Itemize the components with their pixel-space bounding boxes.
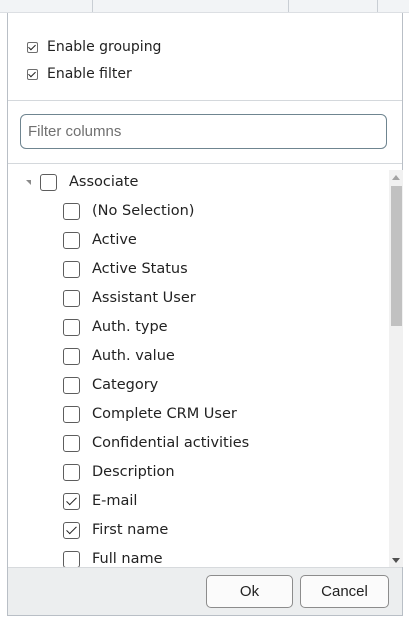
column-checkbox[interactable] — [63, 492, 80, 510]
filter-columns-input[interactable] — [20, 114, 387, 149]
scrollbar-thumb[interactable] — [391, 186, 402, 326]
column-checkbox[interactable] — [63, 550, 80, 567]
expand-collapse-icon[interactable] — [24, 178, 32, 186]
enable-grouping-option[interactable]: Enable grouping — [27, 37, 161, 57]
column-checkbox[interactable] — [63, 434, 80, 452]
ok-button[interactable]: Ok — [206, 575, 293, 608]
column-checkbox[interactable] — [63, 231, 80, 249]
tree-root-associate[interactable]: Associate — [24, 171, 138, 193]
column-label: (No Selection) — [92, 203, 195, 219]
column-checkbox[interactable] — [63, 260, 80, 278]
column-label: E-mail — [92, 493, 138, 509]
column-item[interactable]: Assistant User — [63, 287, 196, 309]
column-item[interactable]: Active — [63, 229, 137, 251]
column-checkbox[interactable] — [63, 463, 80, 481]
column-item[interactable]: Complete CRM User — [63, 403, 237, 425]
column-label: Auth. value — [92, 348, 175, 364]
column-checkbox[interactable] — [63, 318, 80, 336]
scroll-down-arrow-icon[interactable] — [389, 553, 403, 567]
cancel-button[interactable]: Cancel — [300, 575, 389, 608]
column-item[interactable]: (No Selection) — [63, 200, 194, 222]
scroll-up-arrow-icon[interactable] — [389, 170, 403, 184]
column-chooser-panel: Enable grouping Enable filter Associate … — [7, 13, 403, 616]
enable-filter-option[interactable]: Enable filter — [27, 64, 132, 84]
section-divider — [8, 100, 402, 101]
column-checkbox[interactable] — [63, 202, 80, 220]
header-separator — [288, 0, 289, 12]
tree-root-label: Associate — [69, 174, 139, 190]
column-item[interactable]: Auth. value — [63, 345, 175, 367]
column-checkbox[interactable] — [63, 521, 80, 539]
column-item[interactable]: First name — [63, 519, 168, 541]
column-label: Active — [92, 232, 137, 248]
enable-filter-checkbox[interactable] — [27, 68, 38, 80]
enable-grouping-checkbox[interactable] — [27, 41, 38, 53]
column-item[interactable]: E-mail — [63, 490, 137, 512]
column-item[interactable]: Full name — [63, 548, 163, 567]
column-checkbox[interactable] — [63, 289, 80, 307]
column-item[interactable]: Active Status — [63, 258, 188, 280]
column-checkbox[interactable] — [63, 347, 80, 365]
tree-scrollbar[interactable] — [389, 170, 403, 567]
column-item[interactable]: Category — [63, 374, 158, 396]
column-item[interactable]: Auth. type — [63, 316, 168, 338]
column-label: Confidential activities — [92, 435, 250, 451]
column-label: Description — [92, 464, 175, 480]
background-grid-header — [0, 0, 409, 13]
column-label: First name — [92, 522, 169, 538]
section-divider — [8, 163, 402, 164]
column-checkbox[interactable] — [63, 405, 80, 423]
column-checkbox[interactable] — [63, 376, 80, 394]
column-label: Active Status — [92, 261, 188, 277]
column-item[interactable]: Description — [63, 461, 175, 483]
column-item[interactable]: Confidential activities — [63, 432, 249, 454]
column-label: Assistant User — [92, 290, 196, 306]
associate-checkbox[interactable] — [40, 173, 57, 191]
enable-filter-label: Enable filter — [47, 66, 132, 82]
header-separator — [92, 0, 93, 12]
column-tree: Associate (No Selection) Active Active S… — [8, 170, 386, 567]
column-label: Category — [92, 377, 159, 393]
column-label: Auth. type — [92, 319, 168, 335]
column-label: Full name — [92, 551, 163, 567]
enable-grouping-label: Enable grouping — [47, 39, 162, 55]
column-label: Complete CRM User — [92, 406, 237, 422]
header-separator — [377, 0, 378, 12]
dialog-footer: Ok Cancel — [8, 567, 402, 615]
